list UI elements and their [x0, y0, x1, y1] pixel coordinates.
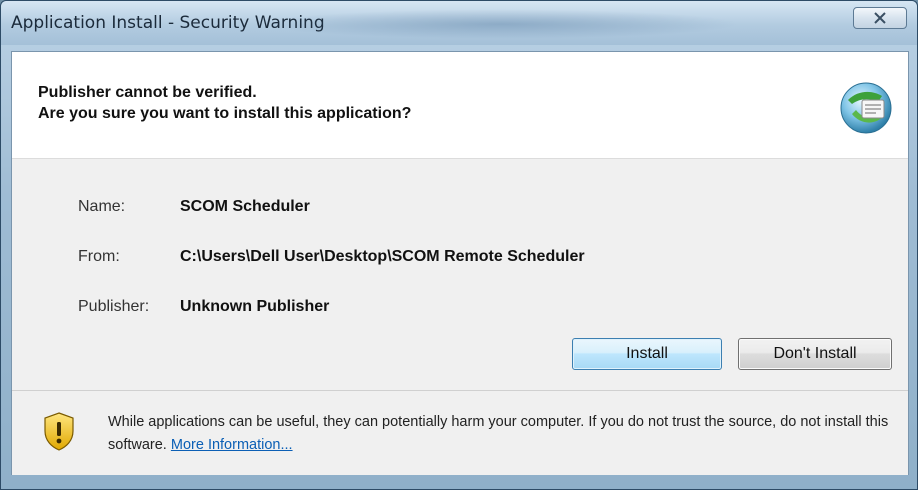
- headline: Publisher cannot be verified. Are you su…: [38, 82, 411, 124]
- headline-line-2: Are you sure you want to install this ap…: [38, 105, 412, 122]
- publisher-value: Unknown Publisher: [180, 298, 330, 315]
- more-information-link[interactable]: More Information...: [171, 437, 293, 453]
- header-band: Publisher cannot be verified. Are you su…: [12, 52, 908, 159]
- warning-footer: While applications can be useful, they c…: [12, 390, 908, 475]
- from-label: From:: [78, 248, 120, 265]
- window-title: Application Install - Security Warning: [11, 13, 325, 33]
- close-icon: [874, 12, 886, 24]
- name-value: SCOM Scheduler: [180, 198, 310, 215]
- headline-line-1: Publisher cannot be verified.: [38, 84, 257, 101]
- publisher-label: Publisher:: [78, 298, 150, 315]
- warning-message: While applications can be useful, they c…: [108, 411, 894, 457]
- security-shield-warning-icon: [44, 412, 74, 451]
- install-button[interactable]: Install: [572, 338, 722, 370]
- clickonce-globe-icon: [840, 82, 892, 134]
- dialog-body: Publisher cannot be verified. Are you su…: [11, 51, 909, 475]
- name-label: Name:: [78, 198, 126, 215]
- title-bar[interactable]: Application Install - Security Warning: [1, 1, 917, 45]
- install-dialog-window: Application Install - Security Warning P…: [0, 0, 918, 490]
- from-value: C:\Users\Dell User\Desktop\SCOM Remote S…: [180, 248, 585, 265]
- dont-install-button[interactable]: Don't Install: [738, 338, 892, 370]
- close-button[interactable]: [853, 7, 907, 29]
